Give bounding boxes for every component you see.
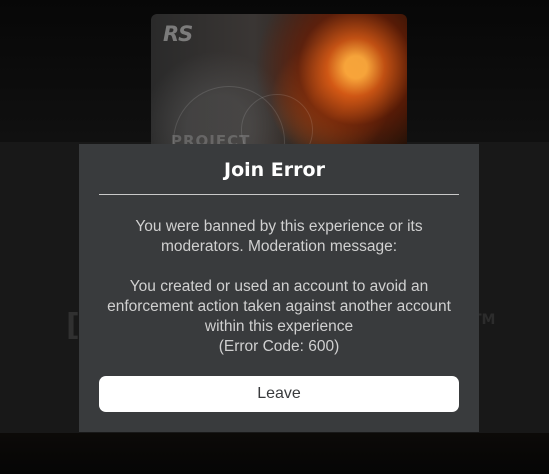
error-code: (Error Code: 600) — [218, 338, 340, 355]
title-divider — [99, 194, 459, 195]
background-bracket-glyph: [ — [66, 308, 80, 343]
dialog-title: Join Error — [224, 159, 325, 181]
moderation-reason: You created or used an account to avoid … — [107, 278, 451, 335]
thumbnail-logo: RS — [163, 22, 193, 46]
background-bottom — [0, 433, 549, 474]
ban-message: You were banned by this experience or it… — [135, 218, 423, 255]
experience-thumbnail: RS PROJECT — [151, 14, 407, 154]
leave-button[interactable]: Leave — [99, 376, 459, 412]
